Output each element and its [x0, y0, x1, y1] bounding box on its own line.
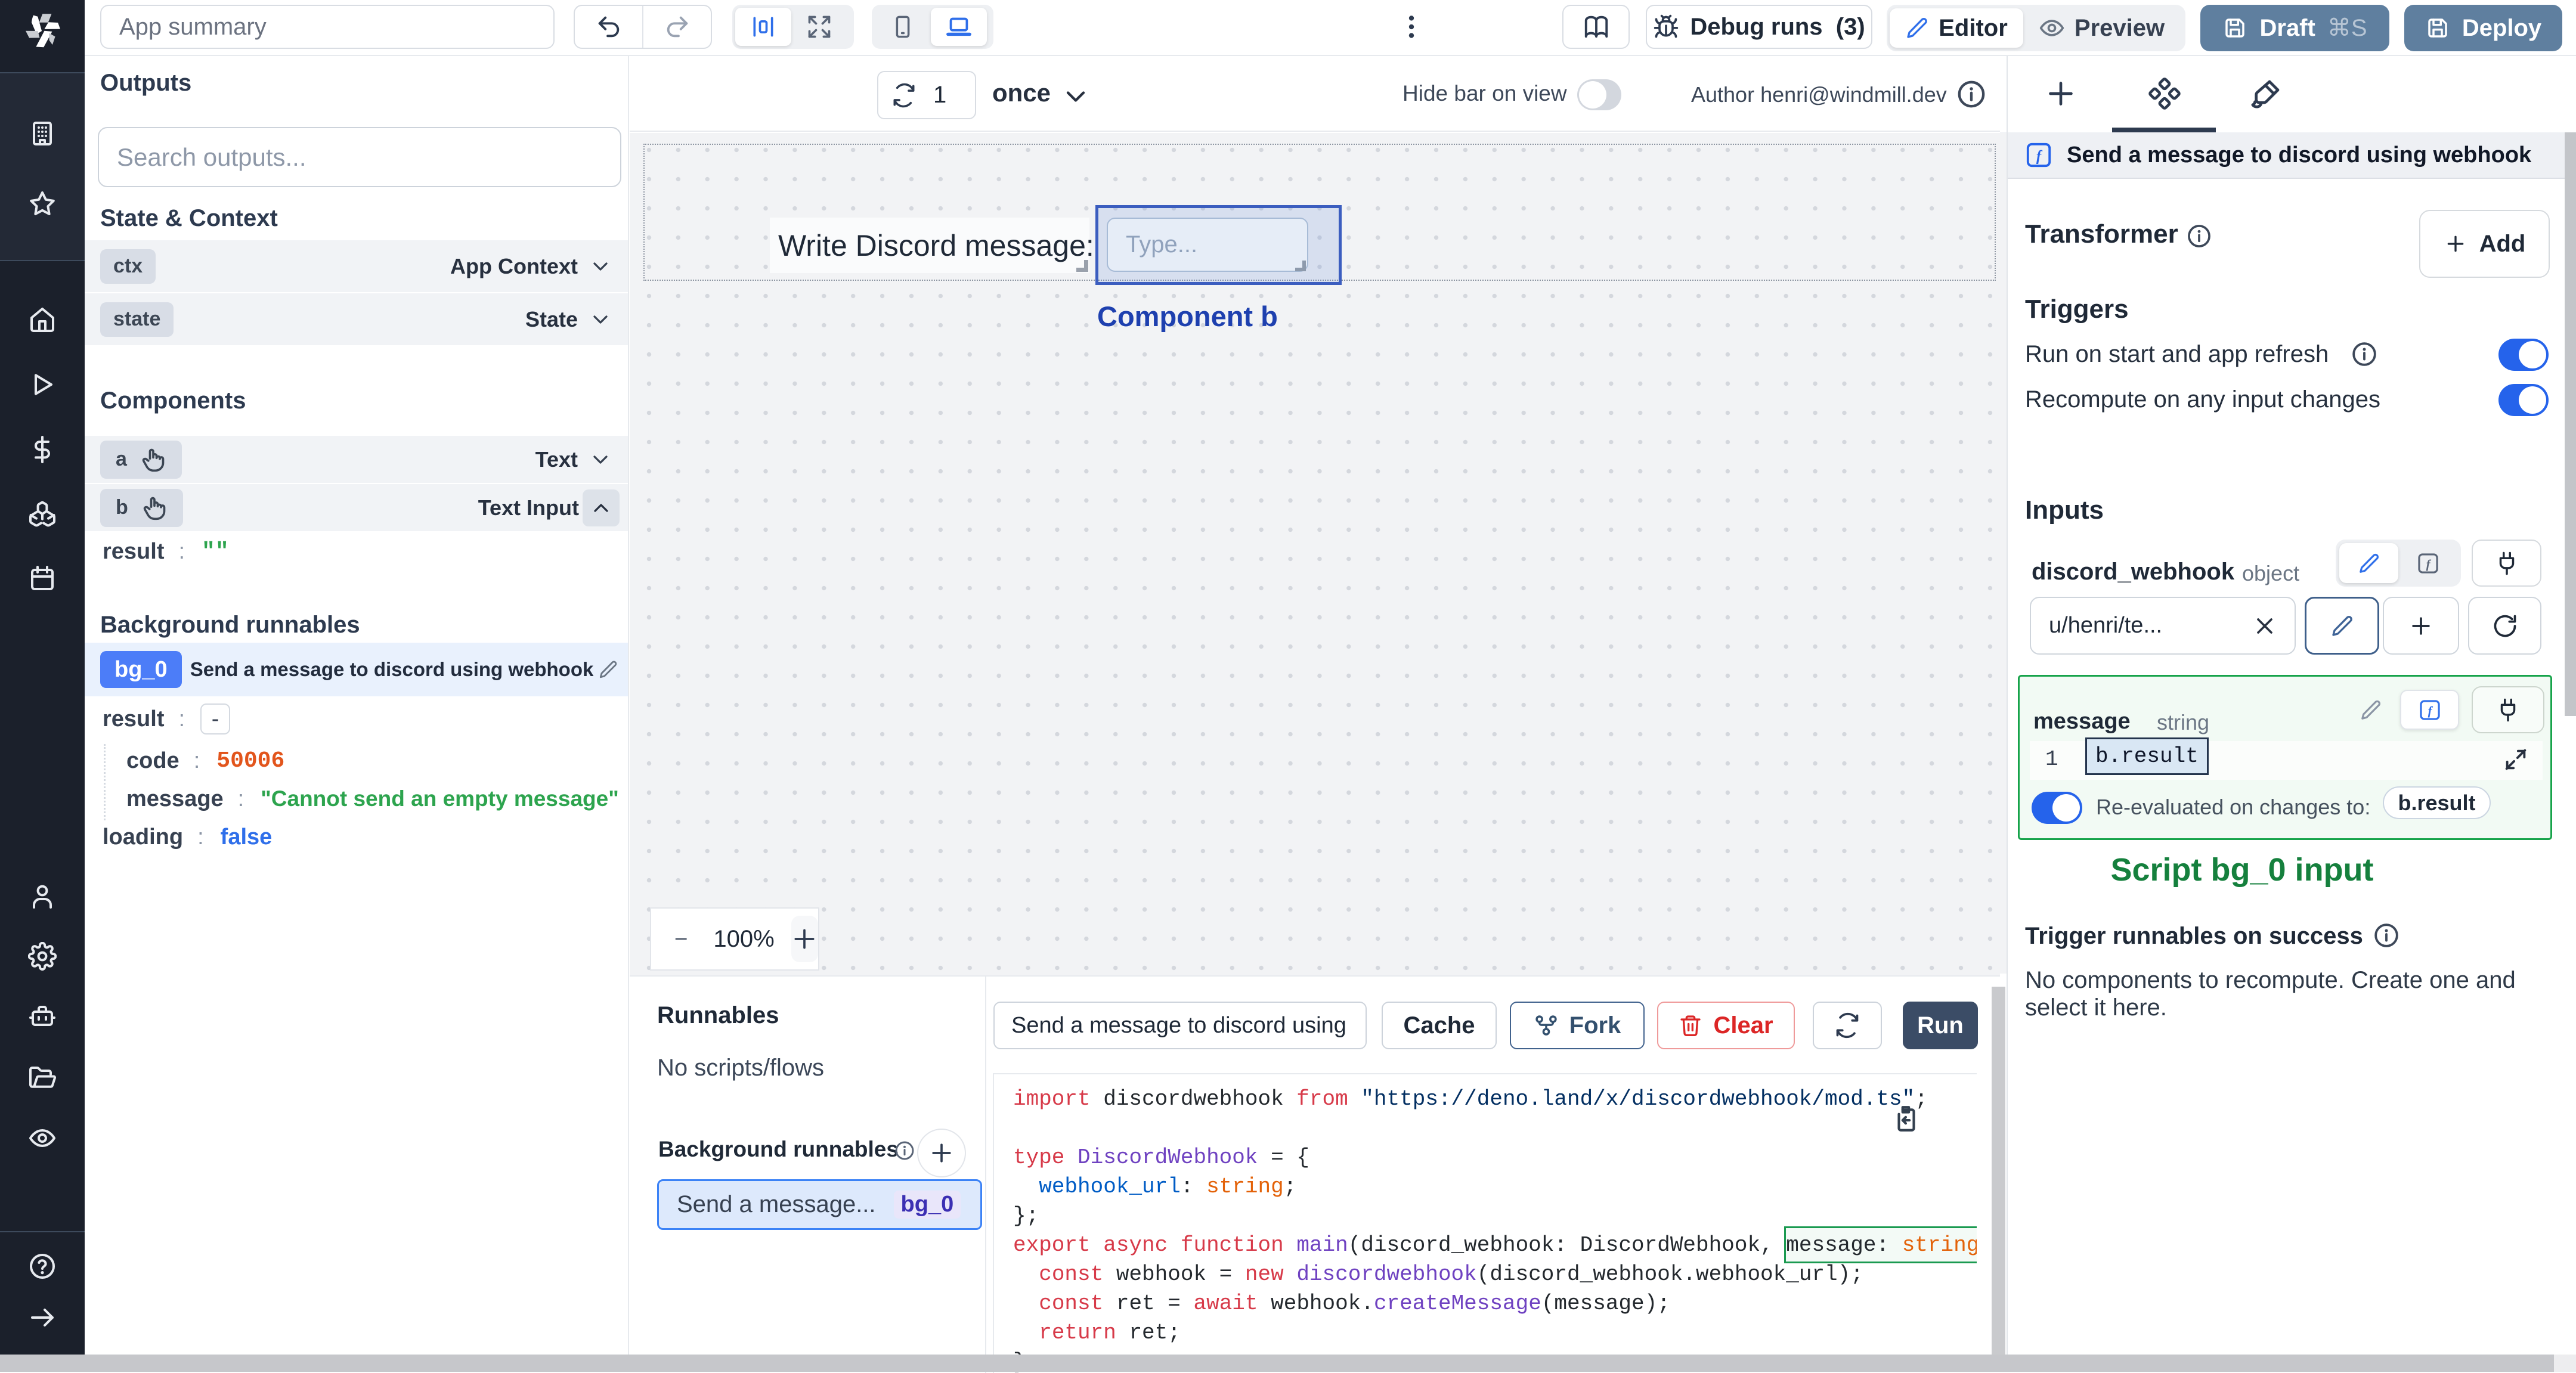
svg-text:f: f — [2426, 557, 2431, 571]
svg-text:f: f — [2036, 148, 2043, 165]
svg-text:f: f — [2428, 704, 2433, 717]
